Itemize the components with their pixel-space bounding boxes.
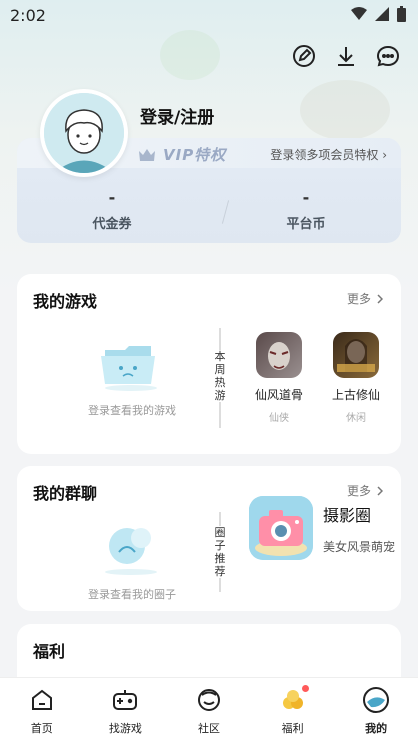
vip-badge-text: VIP特权 (163, 146, 227, 164)
hot-games-label: 本周热游 (213, 350, 227, 402)
circle-name: 摄影圈 (323, 505, 372, 525)
coins-icon (282, 690, 303, 709)
empty-chat-icon (105, 528, 157, 575)
tab-label: 首页 (30, 722, 53, 735)
my-games-more-button[interactable]: 更多 (347, 290, 383, 307)
status-icons (351, 6, 406, 22)
avatar[interactable] (40, 89, 128, 177)
my-games-card: 我的游戏 更多 登录查看我的游戏 本周热游 仙风道骨 仙侠 上古修仙 休闲 (17, 274, 401, 454)
coupon-stat[interactable]: - 代金券 (17, 188, 207, 232)
my-games-title: 我的游戏 (33, 292, 98, 311)
tab-label: 社区 (197, 722, 220, 735)
coin-label: 平台币 (286, 217, 326, 232)
game-icon (256, 332, 302, 378)
tab-label: 找游戏 (108, 722, 142, 735)
mine-icon (363, 687, 390, 713)
status-bar: 2:02 (0, 0, 418, 32)
status-time: 2:02 (10, 6, 46, 25)
vip-crown-icon (139, 148, 155, 161)
gamepad-icon (113, 690, 138, 710)
background-decoration (160, 30, 220, 80)
game-name: 上古修仙 (331, 388, 380, 402)
edit-icon (293, 45, 315, 67)
game-item[interactable]: 仙风道骨 仙侠 (250, 332, 308, 424)
message-icon (376, 45, 400, 67)
home-icon (31, 689, 52, 710)
game-tag: 休闲 (346, 413, 366, 424)
more-label: 更多 (346, 292, 371, 306)
tab-label: 我的 (365, 722, 388, 735)
avatar-icon (44, 93, 124, 173)
top-actions (290, 42, 402, 70)
bottom-tab-bar: 首页 找游戏 社区 福利 我的 (0, 677, 418, 743)
chevron-right-icon (377, 485, 383, 496)
tab-label: 福利 (281, 722, 304, 735)
coupon-label: 代金券 (92, 217, 132, 232)
download-icon (338, 47, 354, 66)
background-decoration (300, 80, 390, 140)
camera-icon (249, 496, 313, 560)
tab-find-games[interactable]: 找游戏 (84, 678, 168, 743)
notification-dot (301, 685, 309, 692)
download-button[interactable] (332, 42, 360, 70)
my-groups-card: 我的群聊 更多 登录查看我的圈子 圈子推荐 摄影圈 美女风景萌宠 (17, 466, 401, 611)
coin-value: - (302, 188, 310, 207)
circle-desc: 美女风景萌宠 (323, 539, 396, 554)
signal-icon (375, 7, 389, 21)
coupon-value: - (108, 188, 116, 207)
tab-mine[interactable]: 我的 (334, 678, 418, 743)
my-games-empty[interactable]: 登录查看我的游戏 (57, 338, 207, 418)
edit-button[interactable] (290, 42, 318, 70)
login-register-link[interactable]: 登录/注册 (140, 103, 214, 128)
game-icon (333, 332, 379, 378)
my-groups-title: 我的群聊 (33, 484, 98, 503)
vip-privilege-link[interactable]: 登录领多项会员特权 › (270, 146, 387, 163)
battery-icon (397, 6, 406, 22)
recommended-circle[interactable]: 摄影圈 美女风景萌宠 (249, 496, 395, 560)
circle-recommend-label: 圈子推荐 (213, 526, 227, 578)
vip-badge: VIP特权 (137, 144, 226, 165)
welfare-title: 福利 (33, 642, 66, 661)
game-tag: 仙侠 (269, 413, 289, 424)
tab-community[interactable]: 社区 (167, 678, 251, 743)
tab-home[interactable]: 首页 (0, 678, 84, 743)
wifi-icon (351, 7, 367, 20)
my-groups-empty-text: 登录查看我的圈子 (88, 588, 176, 601)
game-item[interactable]: 上古修仙 休闲 (327, 332, 385, 424)
chevron-right-icon (377, 293, 383, 304)
community-icon (197, 689, 220, 711)
coin-stat[interactable]: - 平台币 (211, 188, 401, 232)
my-games-empty-text: 登录查看我的游戏 (88, 404, 176, 417)
empty-folder-icon (101, 346, 157, 391)
my-groups-empty[interactable]: 登录查看我的圈子 (57, 522, 207, 602)
tab-welfare[interactable]: 福利 (251, 678, 335, 743)
message-button[interactable] (374, 42, 402, 70)
game-name: 仙风道骨 (254, 388, 303, 402)
